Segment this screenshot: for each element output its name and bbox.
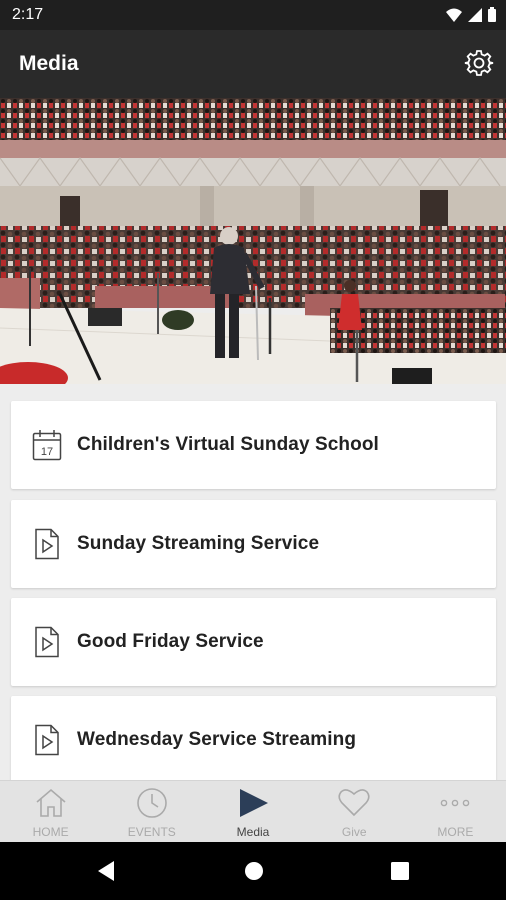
media-item-sunday-streaming-service[interactable]: Sunday Streaming Service — [11, 500, 496, 588]
recents-icon[interactable] — [390, 859, 410, 883]
tab-events[interactable]: EVENTS — [101, 781, 202, 842]
tab-media[interactable]: Media — [202, 781, 303, 842]
system-nav-bar — [0, 842, 506, 900]
tab-label: Give — [341, 825, 367, 839]
heart-icon — [338, 789, 370, 817]
tab-label: Media — [236, 825, 270, 839]
tab-more[interactable]: MORE — [405, 781, 506, 842]
status-time: 2:17 — [12, 6, 44, 23]
bottom-tab-bar: HOME EVENTS Media Give MORE — [0, 780, 506, 842]
media-item-label: Sunday Streaming Service — [77, 533, 320, 554]
tab-give[interactable]: Give — [304, 781, 405, 842]
church-sanctuary-photo — [0, 98, 506, 384]
play-icon — [240, 789, 268, 817]
media-item-label: Good Friday Service — [77, 631, 264, 652]
tab-label: EVENTS — [127, 825, 176, 839]
status-icons — [446, 7, 496, 22]
media-item-label: Children's Virtual Sunday School — [77, 434, 379, 455]
clock-icon — [136, 788, 167, 818]
media-item-wednesday-service-streaming[interactable]: Wednesday Service Streaming — [11, 696, 496, 780]
status-bar: 2:17 — [0, 0, 506, 30]
home-button-icon[interactable] — [243, 859, 265, 883]
tab-home[interactable]: HOME — [0, 781, 101, 842]
video-file-icon — [35, 724, 59, 756]
media-item-good-friday-service[interactable]: Good Friday Service — [11, 598, 496, 686]
home-icon — [36, 788, 66, 817]
tab-label: MORE — [437, 825, 474, 839]
video-file-icon — [35, 528, 59, 560]
media-item-label: Wednesday Service Streaming — [77, 729, 357, 750]
gear-icon[interactable] — [464, 48, 494, 78]
calendar-icon: 17 — [32, 430, 62, 461]
more-icon — [441, 799, 470, 807]
tab-label: HOME — [32, 825, 69, 839]
page-title: Media — [19, 52, 79, 75]
media-item-childrens-virtual-sunday-school[interactable]: 17 Children's Virtual Sunday School — [11, 401, 496, 489]
signal-icon — [468, 7, 482, 22]
battery-icon — [488, 7, 496, 22]
back-icon[interactable] — [96, 859, 116, 883]
media-list: 17 Children's Virtual Sunday School Sund… — [0, 384, 506, 780]
hero-image — [0, 98, 506, 384]
app-bar: Media — [0, 30, 506, 98]
wifi-icon — [446, 8, 462, 22]
video-file-icon — [35, 626, 59, 658]
calendar-icon-day: 17 — [41, 446, 53, 458]
